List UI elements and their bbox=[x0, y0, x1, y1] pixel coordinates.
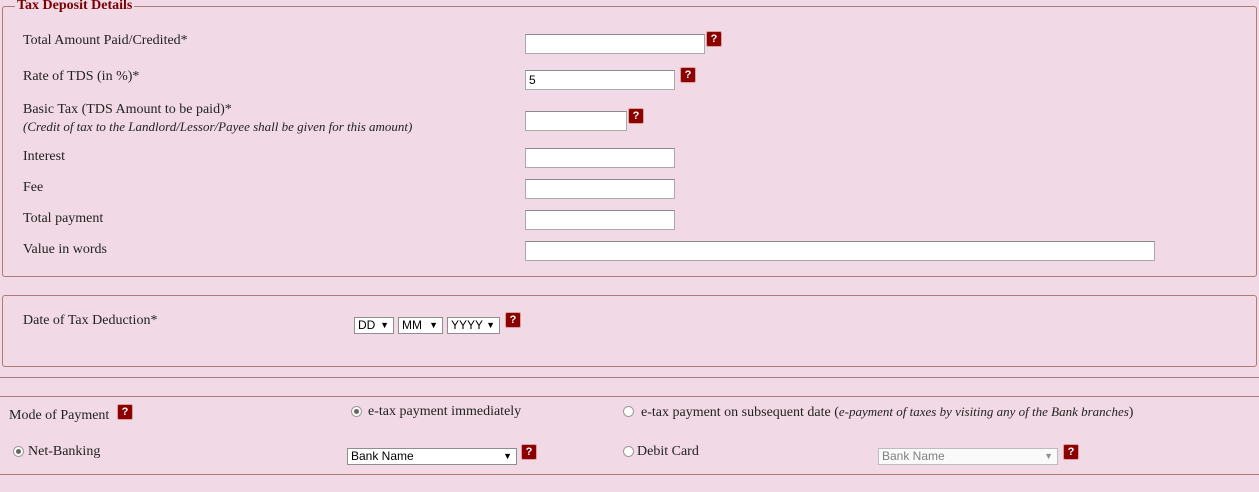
interest-input[interactable] bbox=[525, 148, 675, 168]
etax-subsequent-text: e-tax payment on subsequent date bbox=[641, 405, 831, 420]
chevron-down-icon: ▼ bbox=[429, 320, 438, 330]
debit-bank-name-select[interactable]: Bank Name ▼ bbox=[878, 448, 1058, 465]
debit-bank-name-select-value: Bank Name bbox=[882, 449, 945, 463]
basic-tax-input[interactable] bbox=[525, 111, 627, 131]
interest-label: Interest bbox=[23, 149, 65, 164]
debit-card-label: Debit Card bbox=[637, 444, 699, 459]
mode-of-payment-label: Mode of Payment bbox=[9, 408, 110, 423]
total-amount-label: Total Amount Paid/Credited* bbox=[23, 33, 188, 48]
total-payment-label: Total payment bbox=[23, 211, 104, 226]
etax-immediate-label: e-tax payment immediately bbox=[368, 404, 522, 419]
rate-of-tds-input[interactable] bbox=[525, 70, 675, 90]
chevron-down-icon: ▼ bbox=[486, 320, 495, 330]
section-divider bbox=[0, 396, 1259, 397]
total-payment-input[interactable] bbox=[525, 210, 675, 230]
etax-immediate-radio[interactable] bbox=[351, 406, 362, 417]
etax-subsequent-note: e-payment of taxes by visiting any of th… bbox=[838, 404, 1129, 419]
value-in-words-input[interactable] bbox=[525, 241, 1155, 261]
help-icon[interactable]: ? bbox=[522, 445, 536, 459]
basic-tax-label: Basic Tax (TDS Amount to be paid)* bbox=[23, 102, 232, 117]
fee-label: Fee bbox=[23, 180, 44, 195]
net-banking-label: Net-Banking bbox=[28, 444, 101, 459]
fee-input[interactable] bbox=[525, 179, 675, 199]
etax-subsequent-radio[interactable] bbox=[623, 406, 634, 417]
help-icon[interactable]: ? bbox=[629, 109, 643, 123]
help-icon[interactable]: ? bbox=[1064, 445, 1078, 459]
section-divider bbox=[0, 474, 1259, 475]
etax-subsequent-paren-open: ( bbox=[830, 405, 839, 420]
day-select-value: DD bbox=[358, 318, 376, 332]
etax-subsequent-label: e-tax payment on subsequent date (e-paym… bbox=[641, 404, 1133, 421]
total-amount-input[interactable] bbox=[525, 34, 705, 54]
date-of-deduction-label: Date of Tax Deduction* bbox=[23, 313, 158, 328]
chevron-down-icon: ▼ bbox=[503, 451, 512, 461]
section-divider bbox=[0, 377, 1259, 378]
help-icon[interactable]: ? bbox=[118, 405, 132, 419]
month-select-value: MM bbox=[402, 318, 422, 332]
help-icon[interactable]: ? bbox=[681, 68, 695, 82]
rate-of-tds-label: Rate of TDS (in %)* bbox=[23, 69, 140, 84]
value-in-words-label: Value in words bbox=[23, 242, 107, 257]
year-select[interactable]: YYYY ▼ bbox=[447, 317, 500, 334]
date-of-deduction-box bbox=[2, 295, 1257, 367]
help-icon[interactable]: ? bbox=[506, 313, 520, 327]
help-icon[interactable]: ? bbox=[707, 32, 721, 46]
bank-name-select-value: Bank Name bbox=[351, 449, 414, 463]
net-banking-radio[interactable] bbox=[13, 446, 24, 457]
etax-subsequent-paren-close: ) bbox=[1128, 405, 1134, 420]
debit-card-radio[interactable] bbox=[623, 446, 634, 457]
chevron-down-icon: ▼ bbox=[1044, 451, 1053, 461]
month-select[interactable]: MM ▼ bbox=[398, 317, 443, 334]
basic-tax-note: (Credit of tax to the Landlord/Lessor/Pa… bbox=[23, 119, 413, 134]
tax-deposit-legend: Tax Deposit Details bbox=[17, 0, 133, 13]
day-select[interactable]: DD ▼ bbox=[354, 317, 394, 334]
bank-name-select[interactable]: Bank Name ▼ bbox=[347, 448, 517, 465]
chevron-down-icon: ▼ bbox=[380, 320, 389, 330]
year-select-value: YYYY bbox=[451, 318, 484, 332]
